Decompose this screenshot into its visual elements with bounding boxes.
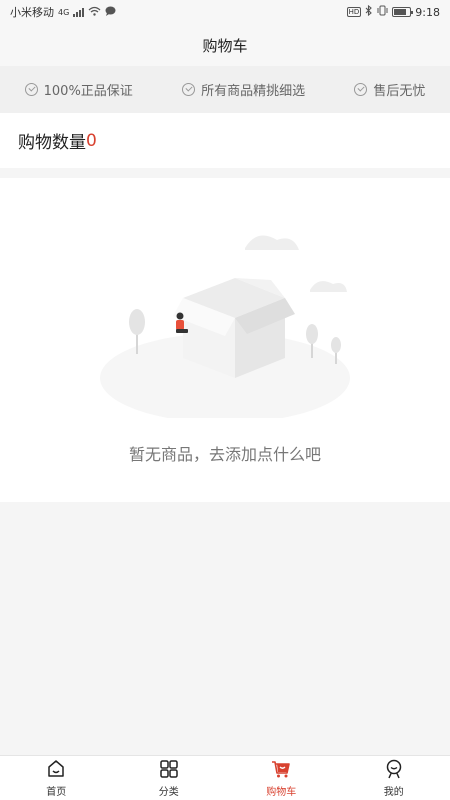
header: 购物车 — [0, 24, 450, 66]
signal-icon — [73, 7, 85, 17]
wifi-icon — [88, 6, 101, 19]
page-title: 购物车 — [202, 36, 248, 55]
guarantee-item-authentic: 100%正品保证 — [24, 80, 133, 99]
guarantee-label: 100%正品保证 — [43, 84, 133, 99]
status-bar: 小米移动 4G HD 9:18 — [0, 0, 450, 24]
bottom-nav: 首页 分类 购物车 我的 — [0, 755, 450, 800]
carrier-name: 小米移动 — [10, 6, 54, 19]
guarantee-label: 售后无忧 — [373, 84, 426, 99]
message-icon — [105, 6, 116, 19]
nav-home[interactable]: 首页 — [16, 758, 96, 798]
status-right: HD 9:18 — [346, 4, 440, 19]
cart-count-row: 购物数量 0 — [0, 113, 450, 168]
home-icon — [48, 760, 64, 777]
grid-icon — [160, 760, 178, 778]
guarantee-item-aftersales: 售后无忧 — [354, 80, 425, 99]
status-left: 小米移动 4G — [10, 4, 116, 20]
cart-icon — [272, 761, 291, 778]
user-icon — [386, 759, 401, 779]
nav-cart-label: 购物车 — [266, 787, 297, 798]
empty-box-illustration — [100, 235, 350, 418]
cart-count-label: 购物数量 — [18, 133, 86, 153]
network-type: 4G — [58, 7, 70, 17]
empty-cart-card: 暂无商品，去添加点什么吧 — [0, 178, 450, 502]
bluetooth-icon — [365, 4, 373, 19]
nav-profile[interactable]: 我的 — [354, 758, 434, 798]
cart-count-value: 0 — [86, 130, 97, 151]
guarantee-label: 所有商品精挑细选 — [201, 84, 306, 99]
guarantee-item-selected: 所有商品精挑细选 — [182, 80, 305, 99]
guarantee-bar: 100%正品保证 所有商品精挑细选 售后无忧 — [0, 66, 450, 113]
hd-badge: HD — [346, 7, 362, 17]
vibrate-icon — [377, 5, 388, 19]
check-circle-icon — [24, 83, 38, 96]
nav-cart[interactable]: 购物车 — [241, 758, 321, 798]
nav-home-label: 首页 — [46, 787, 67, 798]
nav-category[interactable]: 分类 — [129, 758, 209, 798]
check-circle-icon — [182, 83, 196, 96]
battery-icon — [392, 7, 414, 17]
clock: 9:18 — [415, 5, 440, 19]
check-circle-icon — [354, 83, 368, 96]
nav-category-label: 分类 — [158, 787, 179, 798]
nav-profile-label: 我的 — [383, 787, 404, 798]
empty-cart-message: 暂无商品，去添加点什么吧 — [128, 445, 321, 464]
